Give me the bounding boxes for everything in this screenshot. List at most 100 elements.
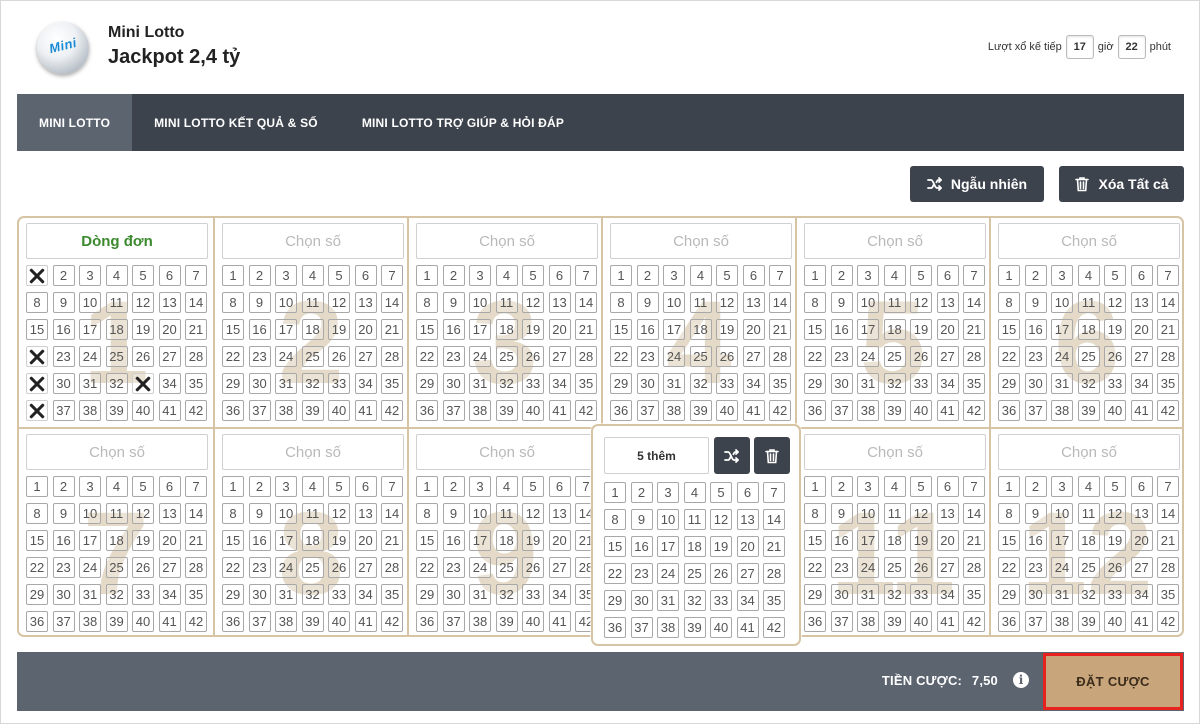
number-cell[interactable]: 15 <box>416 530 438 551</box>
number-cell[interactable]: 34 <box>354 584 377 605</box>
number-cell[interactable]: 23 <box>830 557 853 578</box>
number-cell[interactable]: 15 <box>604 536 626 557</box>
number-cell[interactable]: 8 <box>416 503 438 524</box>
number-cell[interactable]: 19 <box>716 319 738 340</box>
number-cell[interactable]: 8 <box>416 292 438 313</box>
number-cell[interactable]: 16 <box>442 530 465 551</box>
number-cell[interactable]: 5 <box>910 476 932 497</box>
number-cell[interactable]: 35 <box>381 373 403 394</box>
panel-label[interactable]: Chọn số <box>610 223 792 259</box>
number-cell[interactable]: 36 <box>26 611 48 632</box>
number-cell[interactable]: 8 <box>604 509 626 530</box>
number-cell[interactable]: 25 <box>689 346 712 367</box>
number-cell[interactable]: 7 <box>381 476 403 497</box>
number-cell[interactable]: 25 <box>883 557 906 578</box>
number-cell[interactable]: 15 <box>804 530 826 551</box>
number-cell[interactable]: 1 <box>26 476 48 497</box>
number-cell[interactable]: 12 <box>1104 503 1126 524</box>
number-cell[interactable]: 8 <box>998 292 1020 313</box>
number-cell[interactable]: 42 <box>1157 611 1179 632</box>
number-cell[interactable]: 37 <box>442 400 465 421</box>
number-cell[interactable]: 29 <box>416 373 438 394</box>
number-cell[interactable]: 16 <box>830 319 853 340</box>
number-cell[interactable]: 41 <box>548 400 571 421</box>
number-cell[interactable]: 28 <box>963 346 985 367</box>
number-cell[interactable]: 35 <box>1157 584 1179 605</box>
number-cell[interactable]: 6 <box>158 476 181 497</box>
number-cell[interactable]: 4 <box>105 476 128 497</box>
number-cell[interactable]: 5 <box>1104 476 1126 497</box>
panel-label[interactable]: Chọn số <box>26 434 208 470</box>
number-cell[interactable]: 14 <box>1157 503 1179 524</box>
number-cell[interactable]: 34 <box>742 373 765 394</box>
number-cell[interactable]: 40 <box>1104 611 1126 632</box>
number-cell[interactable]: 29 <box>222 373 244 394</box>
number-cell[interactable]: 42 <box>963 400 985 421</box>
number-cell[interactable]: 19 <box>910 319 932 340</box>
number-cell[interactable]: 40 <box>716 400 738 421</box>
number-cell[interactable]: 32 <box>301 373 324 394</box>
number-cell[interactable]: 19 <box>522 319 544 340</box>
number-cell[interactable]: 30 <box>248 584 271 605</box>
number-cell[interactable]: 12 <box>132 503 154 524</box>
number-cell[interactable]: 36 <box>416 400 438 421</box>
number-cell[interactable]: 15 <box>222 319 244 340</box>
number-cell[interactable]: 22 <box>998 346 1020 367</box>
number-cell[interactable]: 6 <box>354 476 377 497</box>
number-cell[interactable]: 19 <box>710 536 732 557</box>
number-cell[interactable]: 21 <box>381 530 403 551</box>
number-cell[interactable]: 38 <box>1051 611 1073 632</box>
number-cell[interactable]: 33 <box>910 584 932 605</box>
number-cell[interactable]: 20 <box>354 530 377 551</box>
number-cell[interactable]: 21 <box>963 319 985 340</box>
number-cell[interactable]: 8 <box>26 503 48 524</box>
number-cell[interactable]: 13 <box>1130 503 1153 524</box>
number-cell[interactable]: 11 <box>301 503 324 524</box>
number-cell[interactable]: 20 <box>736 536 759 557</box>
number-cell[interactable]: 36 <box>222 400 244 421</box>
number-cell[interactable]: 3 <box>79 265 101 286</box>
number-cell[interactable]: 15 <box>998 530 1020 551</box>
number-cell[interactable]: 22 <box>998 557 1020 578</box>
number-cell[interactable]: 17 <box>1051 530 1073 551</box>
number-cell[interactable]: 13 <box>742 292 765 313</box>
number-cell[interactable]: 28 <box>1157 346 1179 367</box>
number-cell[interactable]: 20 <box>548 530 571 551</box>
number-cell[interactable]: 3 <box>1051 476 1073 497</box>
number-cell[interactable]: 23 <box>248 346 271 367</box>
number-cell[interactable]: 10 <box>79 292 101 313</box>
number-cell[interactable]: 13 <box>936 292 959 313</box>
number-cell[interactable]: 13 <box>548 503 571 524</box>
number-cell[interactable]: 1 <box>804 476 826 497</box>
number-cell[interactable]: 26 <box>522 557 544 578</box>
number-cell[interactable]: 15 <box>998 319 1020 340</box>
number-cell[interactable]: 32 <box>495 373 518 394</box>
number-cell[interactable]: 32 <box>1077 584 1100 605</box>
number-cell[interactable]: 12 <box>910 292 932 313</box>
number-cell[interactable]: 38 <box>275 400 297 421</box>
number-cell[interactable]: 41 <box>936 611 959 632</box>
number-cell[interactable]: 25 <box>495 557 518 578</box>
number-cell[interactable]: 11 <box>495 503 518 524</box>
number-cell[interactable]: 3 <box>79 476 101 497</box>
panel-clear-button[interactable] <box>754 437 790 474</box>
number-cell[interactable]: 25 <box>301 346 324 367</box>
number-cell[interactable]: 8 <box>222 503 244 524</box>
number-cell[interactable]: 5 <box>1104 265 1126 286</box>
number-cell[interactable]: 6 <box>742 265 765 286</box>
number-cell[interactable]: 10 <box>469 292 491 313</box>
number-cell[interactable]: 7 <box>381 265 403 286</box>
number-cell[interactable]: 34 <box>158 373 181 394</box>
number-cell[interactable]: 32 <box>105 373 128 394</box>
number-cell[interactable]: 8 <box>804 503 826 524</box>
number-cell[interactable]: 16 <box>442 319 465 340</box>
number-cell[interactable]: 18 <box>105 319 128 340</box>
number-cell[interactable]: 21 <box>1157 530 1179 551</box>
number-cell[interactable]: 12 <box>132 292 154 313</box>
number-cell[interactable]: 8 <box>610 292 632 313</box>
number-cell[interactable]: 20 <box>158 319 181 340</box>
number-cell[interactable]: 39 <box>883 611 906 632</box>
number-cell[interactable]: 10 <box>1051 292 1073 313</box>
number-cell[interactable]: 34 <box>354 373 377 394</box>
number-cell[interactable]: 6 <box>354 265 377 286</box>
